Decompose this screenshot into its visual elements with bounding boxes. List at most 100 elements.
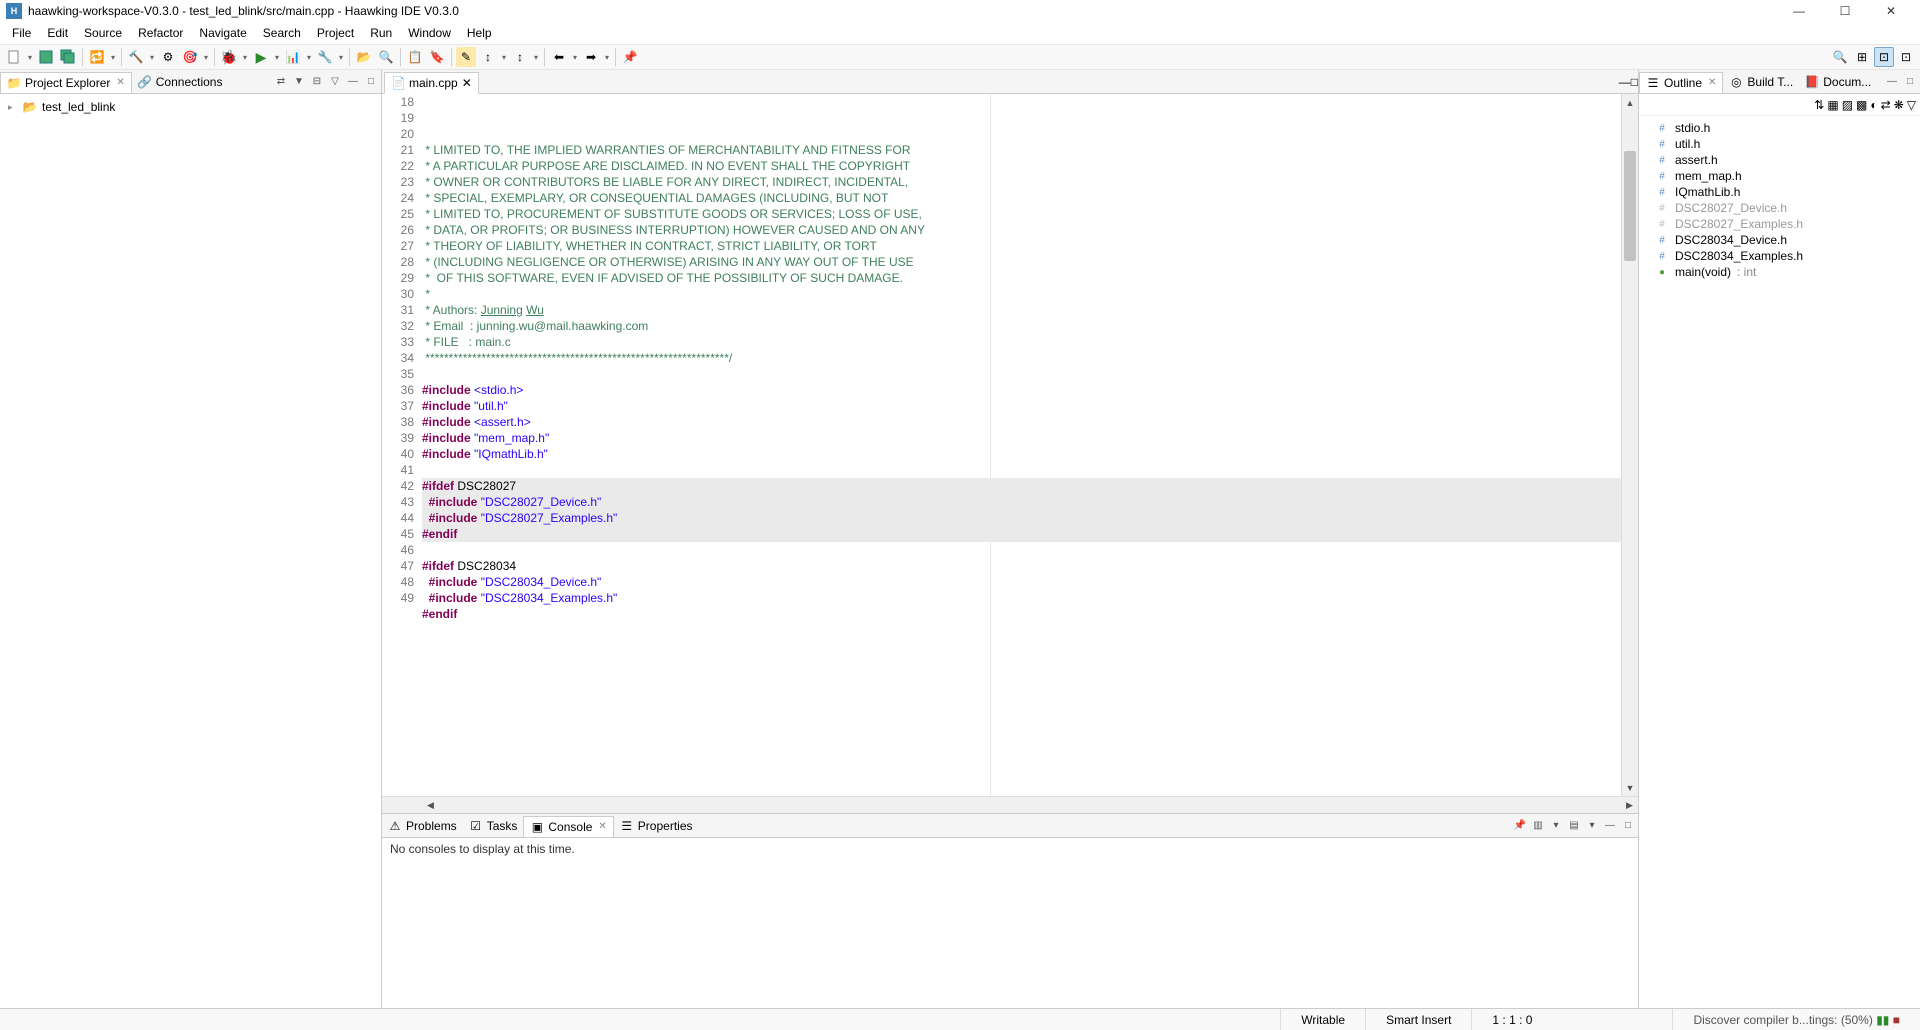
connections-tab[interactable]: 🔗 Connections	[132, 72, 229, 92]
save-button[interactable]	[36, 47, 56, 67]
task-button[interactable]: 📋	[405, 47, 425, 67]
project-row[interactable]: ▸ 📂 test_led_blink	[4, 98, 377, 116]
scroll-left-icon[interactable]: ◀	[422, 800, 439, 811]
minimize-right-icon[interactable]: —	[1884, 74, 1900, 90]
outline-item[interactable]: ●main(void) : int	[1641, 264, 1918, 280]
explorer-filter-icon[interactable]: ▼	[291, 74, 307, 90]
outline-list[interactable]: #stdio.h#util.h#assert.h#mem_map.h#IQmat…	[1639, 116, 1920, 1008]
menu-file[interactable]: File	[4, 24, 39, 42]
build-targets-tab[interactable]: ◎Build T...	[1723, 72, 1799, 92]
quick-access-button[interactable]: 🔍	[1830, 47, 1850, 67]
scroll-down-icon[interactable]: ▼	[1622, 779, 1638, 796]
outline-item[interactable]: #DSC28034_Device.h	[1641, 232, 1918, 248]
menu-window[interactable]: Window	[400, 24, 459, 42]
scroll-thumb[interactable]	[1624, 151, 1636, 261]
code-area[interactable]: * LIMITED TO, THE IMPLIED WARRANTIES OF …	[422, 94, 1621, 796]
menu-navigate[interactable]: Navigate	[191, 24, 254, 42]
open-perspective-button[interactable]: ⊞	[1852, 47, 1872, 67]
outline-menu-icon[interactable]: ▽	[1907, 98, 1916, 112]
profile-button[interactable]: 📊	[283, 47, 303, 67]
horizontal-scrollbar[interactable]: ◀ ▶	[382, 796, 1638, 813]
outline-item[interactable]: #util.h	[1641, 136, 1918, 152]
outline-item[interactable]: #mem_map.h	[1641, 168, 1918, 184]
outline-item[interactable]: #IQmathLib.h	[1641, 184, 1918, 200]
minimize-bottom-icon[interactable]: —	[1602, 818, 1618, 834]
project-tree[interactable]: ▸ 📂 test_led_blink	[0, 94, 381, 1008]
menu-project[interactable]: Project	[309, 24, 362, 42]
outline-item[interactable]: #stdio.h	[1641, 120, 1918, 136]
back-button[interactable]: ⬅	[549, 47, 569, 67]
console-open-icon[interactable]: ▤	[1566, 818, 1582, 834]
tasks-tab[interactable]: ☑Tasks	[463, 816, 524, 836]
outline-group-icon[interactable]: ❋	[1894, 98, 1904, 112]
close-button[interactable]: ✕	[1868, 0, 1914, 22]
outline-filter-icon[interactable]: ◐	[1870, 98, 1877, 112]
explorer-menu-icon[interactable]: ▽	[327, 74, 343, 90]
next-annotation-button[interactable]: ↕	[478, 47, 498, 67]
progress-stop-icon[interactable]: ■	[1893, 1013, 1900, 1027]
build-button[interactable]: 🔨	[126, 47, 146, 67]
new-dropdown[interactable]: ▾	[26, 53, 34, 62]
scroll-right-icon[interactable]: ▶	[1621, 800, 1638, 811]
outline-item[interactable]: #assert.h	[1641, 152, 1918, 168]
menu-refactor[interactable]: Refactor	[130, 24, 191, 42]
close-icon[interactable]: ✕	[462, 76, 472, 90]
minimize-editor-icon[interactable]: —	[1619, 75, 1631, 89]
toggle-edit-button[interactable]: ✎	[456, 47, 476, 67]
pin-button[interactable]: 📌	[620, 47, 640, 67]
cdt-perspective-button[interactable]: ⊡	[1874, 47, 1894, 67]
menu-help[interactable]: Help	[459, 24, 500, 42]
run-button[interactable]: ▶	[251, 47, 271, 67]
outline-hide-nonpublic-icon[interactable]: ▩	[1856, 98, 1867, 112]
prev-annotation-button[interactable]: ↕	[510, 47, 530, 67]
new-button[interactable]	[4, 47, 24, 67]
outline-item[interactable]: #DSC28034_Examples.h	[1641, 248, 1918, 264]
close-icon[interactable]: ✕	[116, 77, 124, 88]
menu-run[interactable]: Run	[362, 24, 400, 42]
menu-source[interactable]: Source	[76, 24, 130, 42]
search-toolbar-button[interactable]: 🔍	[376, 47, 396, 67]
debug-perspective-button[interactable]: ⊡	[1896, 47, 1916, 67]
maximize-bottom-icon[interactable]: □	[1620, 818, 1636, 834]
build-config-button[interactable]: ⚙	[158, 47, 178, 67]
tree-expand-icon[interactable]: ▸	[8, 102, 18, 113]
minimize-button[interactable]: —	[1776, 0, 1822, 22]
problems-tab[interactable]: ⚠Problems	[382, 816, 463, 836]
outline-tab[interactable]: ☰Outline✕	[1639, 72, 1723, 94]
maximize-button[interactable]: ☐	[1822, 0, 1868, 22]
maximize-view-icon[interactable]: □	[363, 74, 379, 90]
scroll-up-icon[interactable]: ▲	[1622, 94, 1638, 111]
outline-item[interactable]: #DSC28027_Device.h	[1641, 200, 1918, 216]
project-explorer-tab[interactable]: 📁 Project Explorer ✕	[0, 72, 132, 94]
console-tab[interactable]: ▣Console✕	[523, 816, 613, 838]
code-editor[interactable]: 1819202122232425262728293031323334353637…	[382, 94, 1638, 796]
console-pin-icon[interactable]: 📌	[1512, 818, 1528, 834]
vertical-scrollbar[interactable]: ▲ ▼	[1621, 94, 1638, 796]
outline-item[interactable]: #DSC28027_Examples.h	[1641, 216, 1918, 232]
outline-sort-icon[interactable]: ⇅	[1814, 98, 1824, 112]
open-type-button[interactable]: 📂	[354, 47, 374, 67]
menu-search[interactable]: Search	[255, 24, 309, 42]
explorer-focus-icon[interactable]: ⊟	[309, 74, 325, 90]
external-tools-button[interactable]: 🔧	[315, 47, 335, 67]
marker-button[interactable]: 🔖	[427, 47, 447, 67]
minimize-view-icon[interactable]: —	[345, 74, 361, 90]
forward-button[interactable]: ➡	[581, 47, 601, 67]
properties-tab[interactable]: ☰Properties	[614, 816, 699, 836]
saveall-button[interactable]	[58, 47, 78, 67]
switch-button[interactable]: 🔁	[87, 47, 107, 67]
outline-hide-fields-icon[interactable]: ▦	[1827, 98, 1838, 112]
debug-button[interactable]: 🐞	[219, 47, 239, 67]
maximize-right-icon[interactable]: □	[1902, 74, 1918, 90]
explorer-link-icon[interactable]: ⇄	[273, 74, 289, 90]
build-target-button[interactable]: 🎯	[180, 47, 200, 67]
menu-edit[interactable]: Edit	[39, 24, 76, 42]
outline-hide-static-icon[interactable]: ▨	[1842, 98, 1853, 112]
outline-link-icon[interactable]: ⇄	[1881, 98, 1891, 112]
console-display-icon[interactable]: ▥	[1530, 818, 1546, 834]
close-icon[interactable]: ✕	[1708, 77, 1716, 88]
editor-tab-main[interactable]: 📄 main.cpp ✕	[384, 72, 479, 94]
documents-tab[interactable]: 📕Docum...	[1799, 72, 1877, 92]
close-icon[interactable]: ✕	[598, 821, 606, 832]
maximize-editor-icon[interactable]: □	[1631, 75, 1638, 89]
